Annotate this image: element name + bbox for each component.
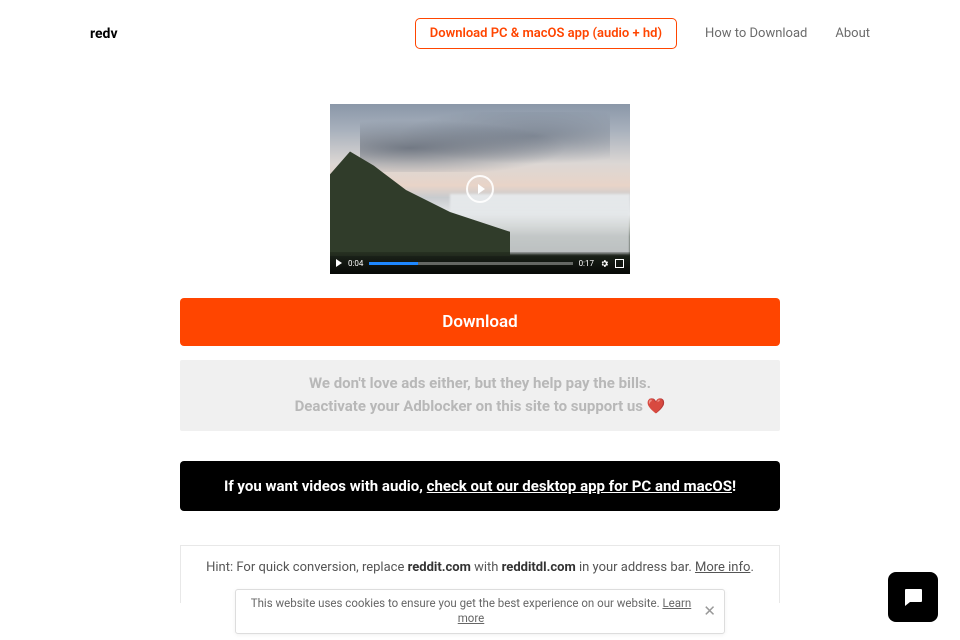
- video-control-bar: 0:04 0:17: [330, 252, 630, 274]
- close-icon[interactable]: ✕: [703, 601, 716, 621]
- chat-button[interactable]: [888, 572, 938, 622]
- main-content: 0:04 0:17 Download We don't love ads eit…: [180, 49, 780, 603]
- nav: Download PC & macOS app (audio + hd) How…: [415, 18, 870, 49]
- adblock-line2: Deactivate your Adblocker on this site t…: [196, 395, 764, 418]
- download-button[interactable]: Download: [180, 298, 780, 346]
- audio-promo-prefix: If you want videos with audio,: [224, 477, 427, 495]
- hint-mid: with: [471, 560, 502, 575]
- progress-bar[interactable]: [369, 262, 572, 265]
- progress-fill: [369, 262, 418, 265]
- adblock-line1: We don't love ads either, but they help …: [196, 372, 764, 395]
- audio-promo-suffix: !: [732, 477, 736, 495]
- hint-prefix: Hint: For quick conversion, replace: [206, 560, 407, 575]
- settings-icon[interactable]: [600, 259, 609, 268]
- current-time: 0:04: [348, 259, 363, 268]
- hint-suffix: in your address bar.: [576, 560, 695, 575]
- cookie-banner: This website uses cookies to ensure you …: [235, 589, 725, 634]
- hint-to: redditdl.com: [502, 560, 576, 575]
- download-app-link[interactable]: Download PC & macOS app (audio + hd): [415, 18, 677, 49]
- hint-dot: .: [750, 560, 753, 575]
- audio-app-promo: If you want videos with audio, check out…: [180, 461, 780, 511]
- chat-icon: [901, 585, 925, 609]
- video-artwork: [360, 112, 610, 172]
- adblock-line2-text: Deactivate your Adblocker on this site t…: [295, 397, 647, 415]
- desktop-app-link[interactable]: check out our desktop app for PC and mac…: [427, 477, 732, 495]
- play-icon[interactable]: [336, 259, 342, 267]
- play-button-overlay[interactable]: [466, 175, 494, 203]
- how-to-download-link[interactable]: How to Download: [705, 26, 807, 41]
- more-info-link[interactable]: More info: [695, 560, 750, 575]
- brand-logo[interactable]: redv: [90, 26, 118, 42]
- video-preview[interactable]: 0:04 0:17: [330, 104, 630, 274]
- header: redv Download PC & macOS app (audio + hd…: [90, 0, 870, 49]
- duration: 0:17: [579, 259, 594, 268]
- hint-from: reddit.com: [408, 560, 471, 575]
- about-link[interactable]: About: [835, 26, 870, 41]
- heart-icon: ❤️: [647, 397, 666, 415]
- fullscreen-icon[interactable]: [615, 259, 624, 268]
- cookie-text: This website uses cookies to ensure you …: [251, 596, 663, 610]
- adblock-notice: We don't love ads either, but they help …: [180, 360, 780, 431]
